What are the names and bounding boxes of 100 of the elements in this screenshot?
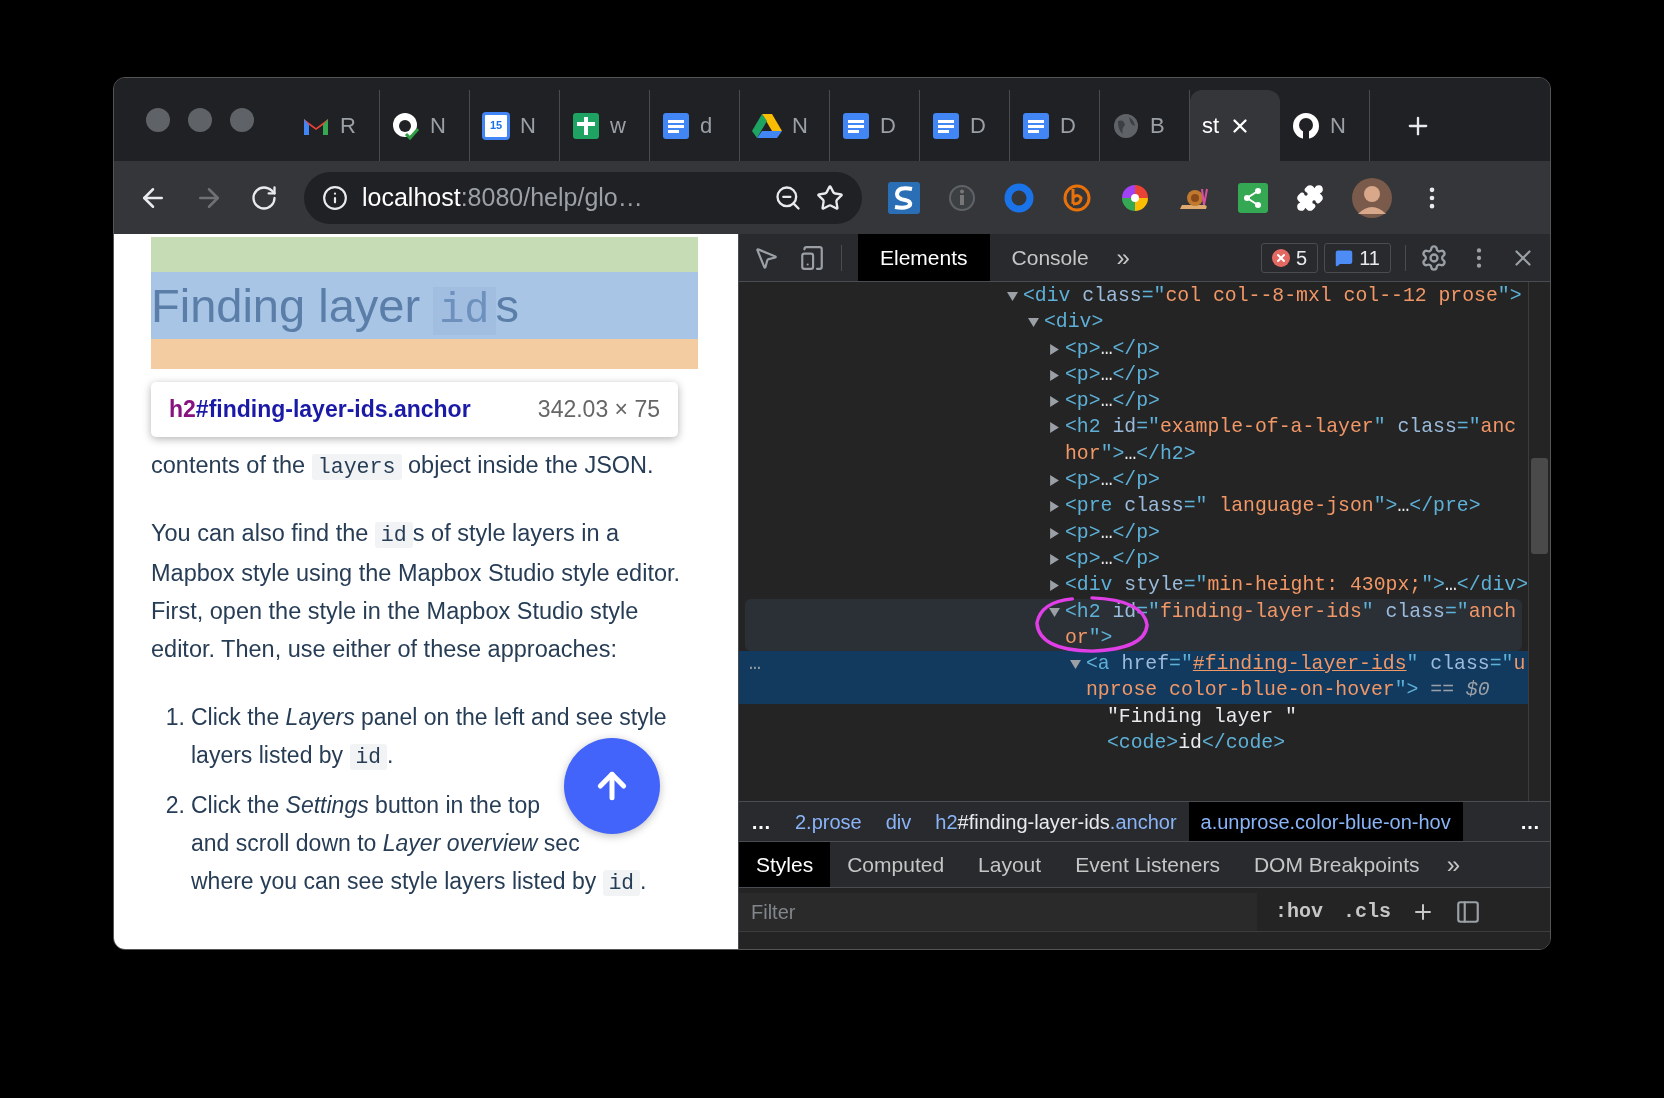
extension-icon[interactable] bbox=[888, 181, 920, 214]
expand-triangle-icon[interactable] bbox=[1049, 475, 1060, 487]
dom-node-text: <div class="col col--8-mxl col--12 prose"> bbox=[1023, 284, 1522, 309]
dom-node-row[interactable]: <p>…</p> bbox=[739, 519, 1528, 546]
scroll-to-top-button[interactable] bbox=[564, 738, 660, 834]
extensions-icon[interactable] bbox=[1296, 183, 1324, 212]
list-number: 1. bbox=[165, 704, 185, 730]
device-toolbar-icon[interactable] bbox=[799, 244, 825, 271]
breadcrumb-item[interactable]: div bbox=[873, 802, 924, 841]
dom-node-text: <pre class=" language-json">…</pre> bbox=[1065, 494, 1481, 520]
list-item-text: layers listed by id . bbox=[191, 741, 395, 772]
tooltip-size: 342.03 × 75 bbox=[537, 395, 660, 425]
dom-node-row[interactable]: <p>…</p> bbox=[739, 361, 1528, 389]
collapse-triangle-icon[interactable] bbox=[1070, 659, 1081, 671]
message-count-badge[interactable]: 11 bbox=[1324, 242, 1391, 273]
devtools-tab[interactable]: Console bbox=[989, 234, 1111, 281]
tab-title: D bbox=[970, 112, 986, 140]
dom-node-text: <div> bbox=[1044, 310, 1104, 336]
more-tabs-button[interactable]: » bbox=[1110, 239, 1136, 276]
error-count-badge[interactable]: 5 bbox=[1261, 242, 1319, 273]
dom-node-text: <a href="#finding-layer-ids" class="unprose color-blue-on-hover"> == $0 bbox=[1086, 652, 1527, 704]
share-icon[interactable] bbox=[1238, 182, 1268, 213]
list-item-text: and scroll down to Layer overview sec bbox=[191, 829, 581, 858]
tab-title: w bbox=[610, 112, 626, 140]
expand-triangle-icon[interactable] bbox=[1049, 369, 1060, 381]
list-item-text: Click the Settings button in the top bbox=[191, 791, 542, 820]
tab-title: B bbox=[1150, 112, 1165, 140]
dom-node-row[interactable]: <div class="col col--8-mxl col--12 prose"> bbox=[739, 283, 1528, 310]
scrollbar[interactable] bbox=[1528, 282, 1550, 801]
calendar-icon: 15 bbox=[482, 111, 510, 140]
list-number: 2. bbox=[165, 792, 185, 818]
tab-title: D bbox=[1060, 112, 1076, 140]
dom-node-text: <p>…</p> bbox=[1065, 520, 1160, 546]
panel-tab[interactable]: DOM Breakpoints bbox=[1236, 841, 1437, 888]
expand-triangle-icon[interactable] bbox=[1049, 343, 1060, 355]
dom-node-row[interactable]: <p>…</p> bbox=[739, 335, 1528, 362]
dom-node-text: <h2 id="example-of-a-layer" class="anchor">…</h2> bbox=[1065, 415, 1518, 467]
dom-node-row[interactable]: <p>…</p> bbox=[739, 545, 1528, 573]
expand-triangle-icon[interactable] bbox=[1049, 527, 1060, 539]
circle-logo-icon[interactable] bbox=[1062, 182, 1092, 213]
color-wheel-icon[interactable] bbox=[1120, 182, 1150, 213]
dom-node-row[interactable]: <pre class=" language-json">…</pre> bbox=[739, 493, 1528, 520]
zoom-icon[interactable] bbox=[774, 183, 802, 212]
dom-node-row[interactable]: <p>…</p> bbox=[739, 467, 1528, 494]
error-icon bbox=[1272, 248, 1291, 267]
avatar-icon[interactable] bbox=[1352, 177, 1392, 218]
expand-triangle-icon[interactable] bbox=[1049, 501, 1060, 513]
panel-tab[interactable]: Styles bbox=[739, 841, 831, 888]
document-icon bbox=[1022, 111, 1050, 140]
dom-node-row[interactable]: <div style="min-height: 430px;">…</div> bbox=[739, 572, 1528, 599]
expand-triangle-icon[interactable] bbox=[1049, 553, 1060, 565]
dom-node-row[interactable]: <div> bbox=[739, 309, 1528, 336]
reload-icon[interactable] bbox=[250, 183, 278, 212]
filter-toggle[interactable]: :hov bbox=[1275, 897, 1323, 927]
breadcrumb-item[interactable]: h2#finding-layer-ids.anchor bbox=[923, 802, 1189, 841]
expand-triangle-icon[interactable] bbox=[1049, 396, 1060, 408]
dom-node-row[interactable]: <p>…</p> bbox=[739, 388, 1528, 415]
panel-tab[interactable]: Event Listeners bbox=[1058, 841, 1237, 888]
tooltip-selector: h2#finding-layer-ids.anchor bbox=[169, 395, 471, 425]
breadcrumb-item[interactable]: a.unprose.color-blue-on-hov bbox=[1188, 802, 1463, 841]
row-dots[interactable]: … bbox=[749, 651, 761, 678]
tab-title: R bbox=[340, 112, 356, 140]
url-text: localhost:8080/help/glo… bbox=[362, 181, 643, 213]
dom-node-row[interactable]: <h2 id="example-of-a-layer" class="anchor">…</h2> bbox=[739, 414, 1528, 468]
breadcrumb-overflow[interactable]: … bbox=[1510, 806, 1550, 837]
dom-node-row[interactable]: "Finding layer " bbox=[739, 703, 1528, 731]
devtools-tab[interactable]: Elements bbox=[858, 234, 990, 281]
settings-icon[interactable] bbox=[1420, 243, 1448, 272]
filter-toggle[interactable]: .cls bbox=[1343, 897, 1392, 927]
address-bar[interactable]: localhost:8080/help/glo… bbox=[304, 171, 862, 224]
panel-tab[interactable]: Computed bbox=[830, 841, 962, 888]
document-icon bbox=[842, 111, 870, 140]
expand-triangle-icon[interactable] bbox=[1049, 422, 1060, 434]
collapse-triangle-icon[interactable] bbox=[1028, 317, 1039, 329]
close-window-button[interactable] bbox=[146, 107, 170, 132]
sidebar-toggle-icon[interactable] bbox=[1455, 899, 1482, 925]
document-icon bbox=[932, 111, 960, 140]
tab-title: N bbox=[1330, 112, 1346, 140]
tab-title: N bbox=[430, 112, 446, 140]
triangle-logo-icon bbox=[752, 112, 782, 139]
filter-field[interactable]: Filter bbox=[739, 893, 1257, 931]
ring-icon[interactable] bbox=[1004, 182, 1034, 213]
breadcrumb-overflow[interactable]: … bbox=[739, 806, 783, 837]
bookmark-star-icon[interactable] bbox=[816, 183, 844, 212]
breadcrumb-item[interactable]: 2.prose bbox=[783, 802, 874, 841]
document-icon bbox=[662, 111, 690, 140]
tab-title: d bbox=[700, 112, 713, 140]
expand-triangle-icon[interactable] bbox=[1049, 580, 1060, 592]
maximize-window-button[interactable] bbox=[230, 107, 254, 132]
browser-tab[interactable]: st bbox=[1190, 90, 1280, 161]
list-item-text: where you can see style layers listed by id . bbox=[191, 867, 647, 898]
more-tabs-button[interactable]: » bbox=[1436, 846, 1470, 883]
scrollbar-thumb[interactable] bbox=[1531, 458, 1548, 554]
minimize-window-button[interactable] bbox=[188, 107, 212, 132]
dom-node-row[interactable]: … <a href="#finding-layer-ids" class="unprose color-blue-on-hover"> == $0 bbox=[739, 651, 1528, 704]
collapse-triangle-icon[interactable] bbox=[1007, 291, 1018, 302]
dom-node-row[interactable]: <code>id</code> bbox=[739, 730, 1528, 757]
panel-tab[interactable]: Layout bbox=[961, 841, 1059, 888]
globe-icon bbox=[1112, 111, 1140, 140]
collapse-triangle-icon[interactable] bbox=[1049, 606, 1060, 618]
